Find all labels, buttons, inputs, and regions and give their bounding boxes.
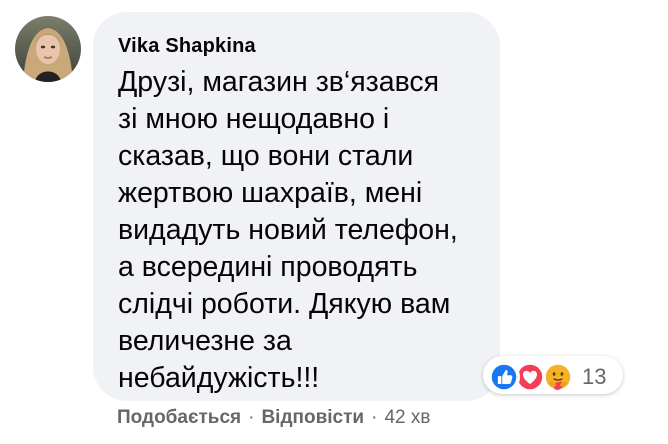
reactions-summary[interactable]: 13 <box>483 356 623 394</box>
reply-button[interactable]: Відповісти <box>261 407 364 428</box>
separator-dot: · <box>371 407 378 428</box>
care-icon <box>542 360 574 393</box>
comment-timestamp[interactable]: 42 хв <box>384 407 430 428</box>
comment-author[interactable]: Vika Shapkina <box>118 34 490 58</box>
reaction-count: 13 <box>582 363 607 389</box>
comment-actions: Подобається · Відповісти · 42 хв <box>117 405 430 431</box>
avatar[interactable] <box>15 16 81 82</box>
separator-dot: · <box>248 407 255 428</box>
comment-text: Друзі, магазин зв‘язався зі мною нещодав… <box>118 66 458 394</box>
profile-photo <box>15 16 81 82</box>
like-icon <box>488 360 520 393</box>
like-button[interactable]: Подобається <box>117 407 241 428</box>
comment-bubble: Vika Shapkina Друзі, магазин зв‘язався з… <box>93 12 500 401</box>
reaction-icons <box>488 360 580 393</box>
